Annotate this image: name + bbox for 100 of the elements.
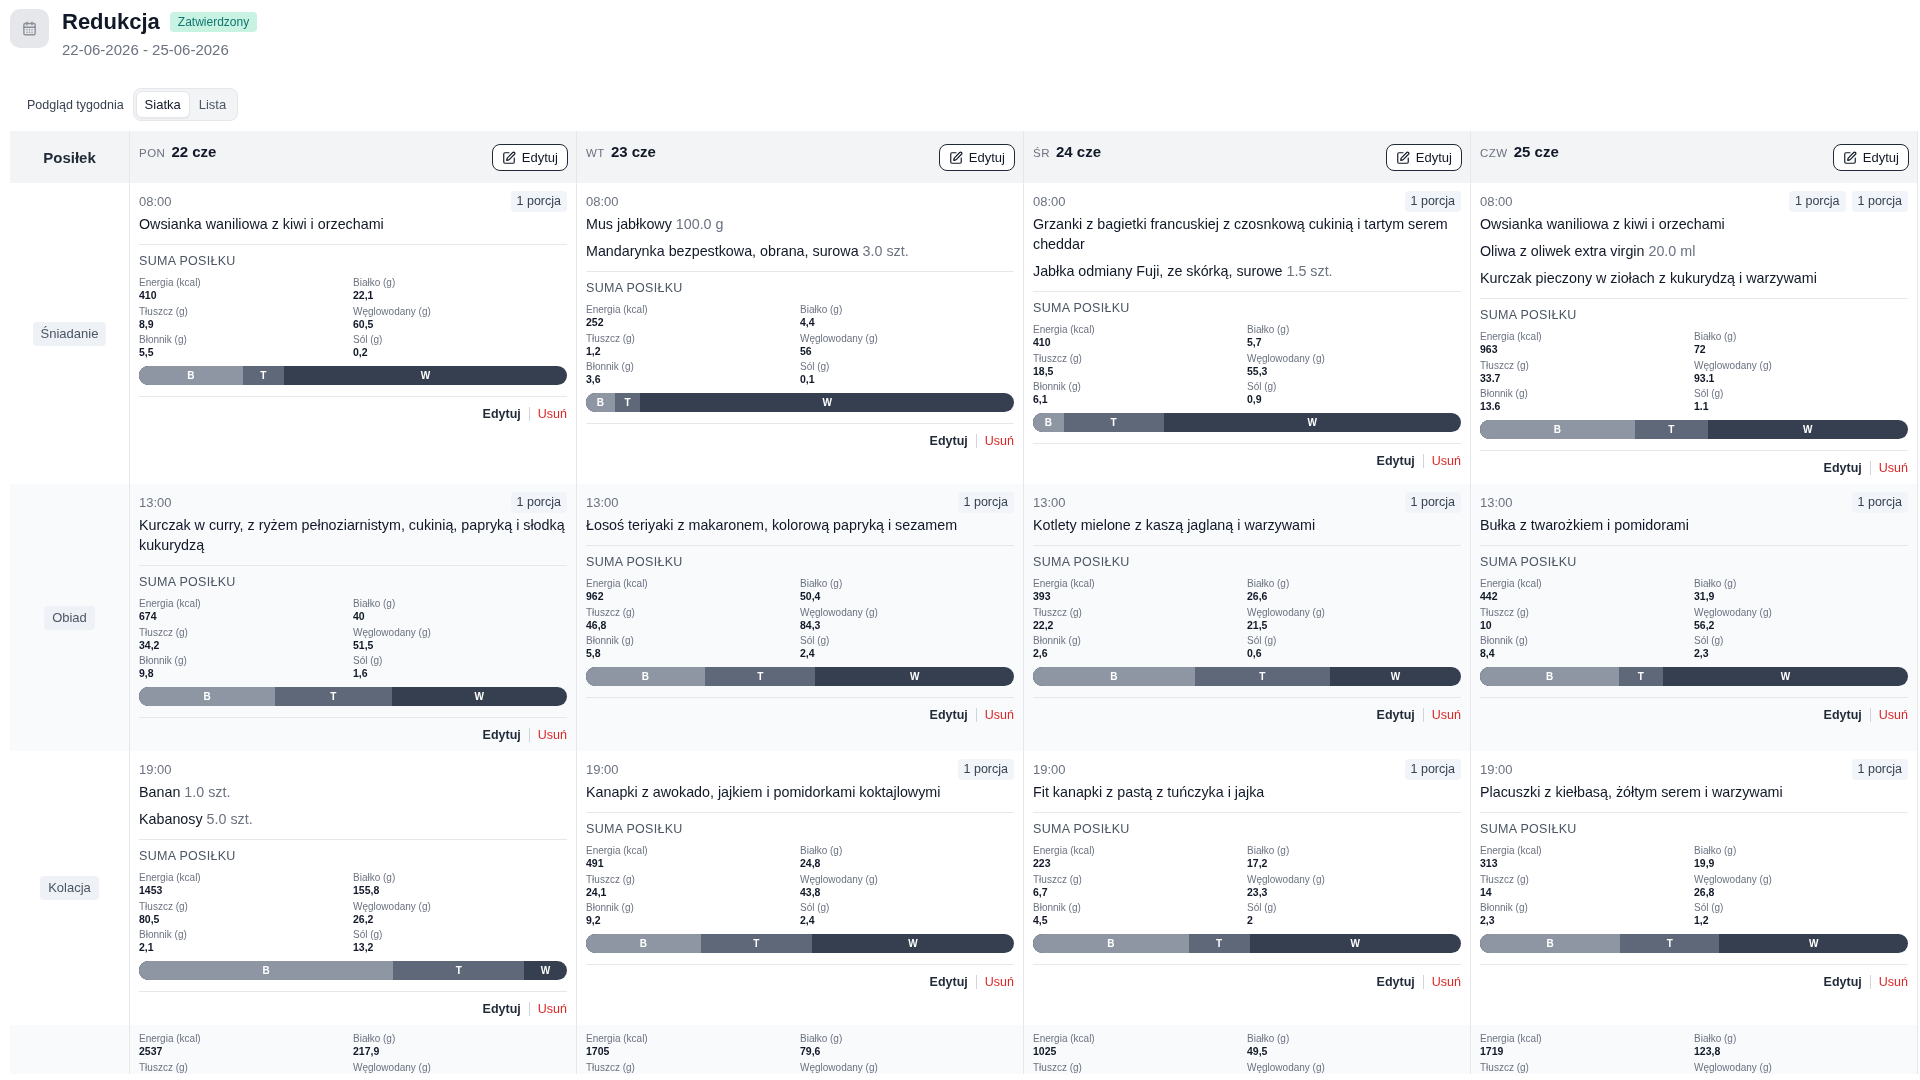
macro-label: B — [641, 670, 650, 684]
macro-label: W — [1803, 423, 1813, 437]
nutrient-value: 217,9 — [353, 1045, 380, 1058]
food-item: Banan 1.0 szt. — [139, 783, 232, 802]
food-item: Oliwa z oliwek extra virgin 20.0 ml — [1480, 242, 1697, 261]
edit-day-button[interactable]: Edytuj — [938, 144, 1015, 171]
nutrient-value: 26,2 — [353, 912, 374, 926]
day-date: 23 cze — [610, 143, 656, 160]
edit-link[interactable]: Edytuj — [929, 707, 968, 723]
food-item: Mandarynka bezpestkowa, obrana, surowa 3.0 szt. — [586, 242, 910, 261]
macro-label: B — [187, 369, 195, 383]
nutrient-value: 72 — [1694, 343, 1706, 356]
delete-link[interactable]: Usuń — [537, 727, 567, 743]
delete-link[interactable]: Usuń — [1878, 707, 1908, 723]
nutrient-value: 393 — [1033, 590, 1051, 603]
nutrient-value: 24,1 — [586, 885, 607, 899]
delete-link[interactable]: Usuń — [984, 974, 1014, 990]
nutrient-value: 93.1 — [1694, 371, 1715, 385]
food-item: Kotlety mielone z kaszą jaglaną i warzywami — [1033, 516, 1317, 535]
meal-time: 13:00 — [139, 494, 172, 510]
delete-link[interactable]: Usuń — [1431, 974, 1461, 990]
edit-link[interactable]: Edytuj — [482, 1001, 521, 1017]
nutrient-label: Węglowodany (g) — [353, 1061, 431, 1074]
edit-link[interactable]: Edytuj — [1823, 460, 1862, 476]
macro-label: B — [639, 937, 647, 951]
edit-link[interactable]: Edytuj — [1376, 707, 1415, 723]
edit-link[interactable]: Edytuj — [482, 727, 521, 743]
nutrient-value: 51,5 — [353, 638, 374, 652]
nutrient-label: Błonnik (g) — [139, 334, 187, 346]
nutrient-label: Błonnik (g) — [1033, 902, 1081, 914]
nutrient-value: 56 — [800, 344, 812, 358]
delete-link[interactable]: Usuń — [1878, 974, 1908, 990]
edit-link[interactable]: Edytuj — [1823, 974, 1862, 990]
meal-time: 08:00 — [1480, 193, 1513, 209]
delete-link[interactable]: Usuń — [1431, 707, 1461, 723]
meal-name-tag: Śniadanie — [32, 321, 107, 346]
edit-link[interactable]: Edytuj — [929, 433, 968, 449]
food-item: Owsianka waniliowa z kiwi i orzechami — [1480, 215, 1726, 234]
nutrient-value: 21,5 — [1247, 618, 1268, 632]
edit-link[interactable]: Edytuj — [929, 974, 968, 990]
food-item: Kabanosy 5.0 szt. — [139, 810, 254, 829]
meal-time: 13:00 — [1480, 494, 1513, 510]
nutrient-label: Tłuszcz (g) — [1480, 606, 1529, 619]
portion-tag: 1 porcja — [1404, 758, 1461, 780]
nutrient-label: Węglowodany (g) — [1247, 606, 1325, 619]
nutrient-value: 22,1 — [353, 289, 374, 302]
edit-day-button[interactable]: Edytuj — [1385, 144, 1462, 171]
view-tab[interactable]: Siatka — [135, 91, 190, 118]
nutrient-label: Sól (g) — [353, 929, 383, 941]
nutrient-label: Tłuszcz (g) — [586, 1061, 635, 1074]
macro-label: B — [1553, 423, 1562, 437]
pencil-icon — [948, 150, 963, 165]
macro-label: W — [1350, 937, 1360, 951]
meal-time: 13:00 — [1033, 494, 1066, 510]
portion-tag: 1 porcja — [510, 190, 567, 212]
delete-link[interactable]: Usuń — [1878, 460, 1908, 476]
nutrient-label: Energia (kcal) — [1480, 578, 1542, 590]
nutrient-label: Tłuszcz (g) — [139, 305, 188, 318]
edit-link[interactable]: Edytuj — [1823, 707, 1862, 723]
edit-day-button[interactable]: Edytuj — [1832, 144, 1909, 171]
portion-tag: 1 porcja — [1789, 190, 1846, 212]
nutrient-value: 10 — [1480, 618, 1492, 632]
nutrient-value: 22,2 — [1033, 618, 1054, 632]
macro-label: W — [908, 937, 918, 951]
view-tab[interactable]: Lista — [189, 91, 236, 118]
nutrient-value: 1,2 — [1694, 914, 1709, 927]
nutrient-value: 1719 — [1480, 1045, 1504, 1058]
delete-link[interactable]: Usuń — [537, 1001, 567, 1017]
weekday-label: WT — [586, 147, 605, 159]
food-item: Łosoś teriyaki z makaronem, kolorową papryką i sezamem — [586, 516, 959, 535]
edit-day-button[interactable]: Edytuj — [491, 144, 568, 171]
nutrient-label: Tłuszcz (g) — [1480, 873, 1529, 886]
food-item: Jabłka odmiany Fuji, ze skórką, surowe 1.5 szt. — [1033, 262, 1334, 281]
nutrient-label: Białko (g) — [353, 277, 396, 289]
edit-link[interactable]: Edytuj — [1376, 453, 1415, 469]
macro-label: T — [1637, 670, 1644, 684]
meal-summary-heading: SUMA POSIŁKU — [1033, 554, 1131, 570]
food-item: Kanapki z awokado, jajkiem i pomidorkami koktajlowymi — [586, 783, 942, 802]
delete-link[interactable]: Usuń — [984, 433, 1014, 449]
delete-link[interactable]: Usuń — [1431, 453, 1461, 469]
nutrient-value: 155,8 — [353, 884, 380, 897]
meal-summary-heading: SUMA POSIŁKU — [1480, 307, 1578, 323]
date-range: 22-06-2026 - 25-06-2026 — [62, 41, 230, 59]
nutrient-value: 223 — [1033, 857, 1051, 870]
nutrient-value: 2,6 — [1033, 647, 1048, 660]
edit-link[interactable]: Edytuj — [482, 406, 521, 422]
nutrient-value: 46,8 — [586, 618, 607, 632]
edit-link[interactable]: Edytuj — [1376, 974, 1415, 990]
nutrient-value: 2,4 — [800, 914, 815, 927]
delete-link[interactable]: Usuń — [984, 707, 1014, 723]
nutrient-label: Białko (g) — [1247, 845, 1290, 857]
nutrient-label: Błonnik (g) — [139, 655, 187, 667]
nutrient-value: 49,5 — [1247, 1045, 1268, 1058]
delete-link[interactable]: Usuń — [537, 406, 567, 422]
nutrient-label: Białko (g) — [1694, 1033, 1737, 1045]
nutrient-label: Tłuszcz (g) — [1033, 606, 1082, 619]
nutrient-label: Energia (kcal) — [139, 872, 201, 884]
meal-time: 13:00 — [586, 494, 619, 510]
nutrient-value: 23,3 — [1247, 885, 1268, 899]
nutrient-value: 6,7 — [1033, 885, 1048, 899]
